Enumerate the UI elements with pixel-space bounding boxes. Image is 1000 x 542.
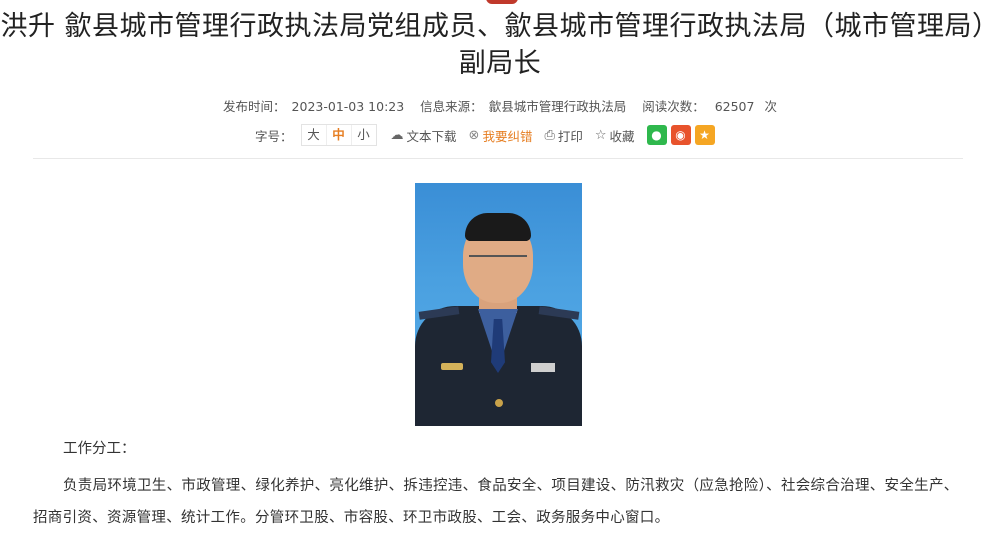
title-line-2: 副局长 (458, 48, 542, 79)
print-label: 打印 (557, 128, 583, 144)
favorite-button[interactable]: ☆ 收藏 (595, 126, 635, 145)
weibo-icon: ◉ (675, 128, 686, 142)
article-meta: 发布时间： 2023-01-03 10:23 信息来源： 歙县城市管理行政执法局 阅… (0, 96, 1000, 115)
font-size-label: 字号： (255, 128, 293, 144)
font-size-selector: 大 中 小 (300, 124, 377, 146)
publish-time: 2023-01-03 10:23 (291, 99, 405, 114)
source-info: 信息来源： 歙县城市管理行政执法局 (417, 99, 629, 114)
photo-name-tag (531, 363, 555, 372)
photo-glasses (469, 255, 527, 271)
download-label: 文本下载 (406, 128, 457, 144)
favorite-label: 收藏 (609, 128, 635, 144)
error-circle-icon: ⊗ (468, 127, 480, 143)
font-size-medium-button[interactable]: 中 (327, 125, 352, 145)
font-size-large-button[interactable]: 大 (302, 125, 327, 145)
print-button[interactable]: ⎙ 打印 (544, 126, 582, 145)
wechat-icon: ● (651, 128, 662, 142)
views-unit: 次 (764, 99, 777, 114)
duties-heading: 工作分工： (63, 441, 136, 457)
title-line-1: 洪升 歙县城市管理行政执法局党组成员、歙县城市管理行政执法局（城市管理局） (0, 11, 1000, 42)
star-outline-icon: ☆ (594, 127, 607, 143)
source-label: 信息来源： (420, 99, 483, 114)
share-weibo-button[interactable]: ◉ (670, 125, 691, 145)
photo-badge (441, 363, 463, 370)
official-portrait-photo (415, 183, 582, 426)
photo-button (495, 399, 503, 407)
article-toolbar: 字号： 大 中 小 ☁ 文本下载 ⊗ 我要纠错 ⎙ 打印 ☆ 收藏 ● ◉ ★ (255, 123, 719, 147)
source-name: 歙县城市管理行政执法局 (488, 99, 627, 114)
cloud-download-icon: ☁ (390, 127, 404, 143)
share-wechat-button[interactable]: ● (646, 125, 667, 145)
font-size-small-button[interactable]: 小 (352, 125, 376, 145)
printer-icon: ⎙ (544, 127, 555, 143)
views-label: 阅读次数： (642, 99, 705, 114)
page-title: 洪升 歙县城市管理行政执法局党组成员、歙县城市管理行政执法局（城市管理局） 副局… (0, 8, 1000, 82)
header-decoration (486, 0, 518, 4)
report-error-button[interactable]: ⊗ 我要纠错 (469, 126, 533, 145)
duties-paragraph: 负责局环境卫生、市政管理、绿化养护、亮化维护、拆违控违、食品安全、项目建设、防汛… (33, 478, 959, 526)
publish-info: 发布时间： 2023-01-03 10:23 (220, 99, 407, 114)
star-icon: ★ (699, 128, 710, 142)
share-favorite-button[interactable]: ★ (694, 125, 715, 145)
content-divider (33, 158, 963, 159)
photo-hair (465, 213, 531, 241)
views-count: 62507 (714, 99, 755, 114)
publish-label: 发布时间： (223, 99, 286, 114)
views-info: 阅读次数： 62507 次 (639, 99, 780, 114)
report-error-label: 我要纠错 (482, 128, 533, 144)
download-text-button[interactable]: ☁ 文本下载 (391, 126, 457, 145)
